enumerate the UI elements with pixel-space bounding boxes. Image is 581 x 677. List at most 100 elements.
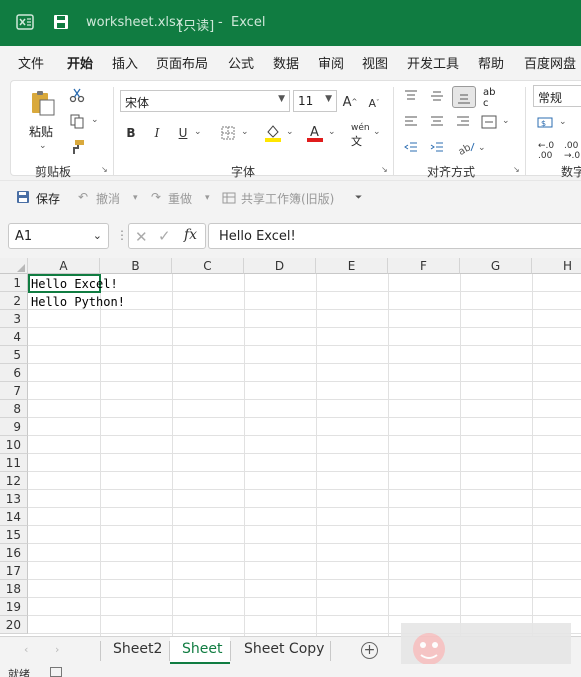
phonetic-guide-icon[interactable]: wén — [351, 123, 370, 133]
sheet-tab-sheet2[interactable]: Sheet2 — [101, 637, 174, 664]
scroll-tabs-right-icon[interactable]: › — [55, 643, 59, 656]
cell-A1[interactable]: Hello Excel! — [31, 275, 118, 293]
clipboard-launcher-icon[interactable]: ↘ — [101, 165, 108, 174]
row-header-4[interactable]: 4 — [0, 328, 28, 346]
confirm-entry-icon[interactable]: ✓ — [158, 227, 171, 245]
sheet-tab-sheet-copy[interactable]: Sheet Copy — [232, 637, 336, 664]
row-header-16[interactable]: 16 — [0, 544, 28, 562]
tab-review[interactable]: 审阅 — [318, 53, 344, 72]
name-box[interactable]: A1 ⌄ — [8, 223, 109, 249]
paste-label[interactable]: 粘贴 — [29, 123, 53, 140]
column-header-h[interactable]: H — [532, 258, 581, 274]
font-launcher-icon[interactable]: ↘ — [381, 165, 388, 174]
fill-color-dropdown-icon[interactable]: ⌄ — [286, 127, 294, 137]
redo-icon[interactable]: ↷ — [151, 190, 161, 204]
paste-icon[interactable] — [29, 89, 57, 117]
column-header-e[interactable]: E — [316, 258, 388, 274]
tab-home[interactable]: 开始 — [67, 53, 93, 72]
align-bottom-icon[interactable] — [452, 86, 476, 108]
font-color-icon[interactable]: A — [306, 123, 324, 143]
number-format-select[interactable]: 常规 — [533, 85, 581, 107]
decrease-font-icon[interactable]: Aˇ — [366, 95, 382, 111]
column-header-f[interactable]: F — [388, 258, 460, 274]
row-header-18[interactable]: 18 — [0, 580, 28, 598]
row-header-6[interactable]: 6 — [0, 364, 28, 382]
tab-file[interactable]: 文件 — [18, 53, 44, 72]
wrap-text-icon[interactable]: ab c — [483, 87, 499, 109]
column-header-g[interactable]: G — [460, 258, 532, 274]
alignment-launcher-icon[interactable]: ↘ — [513, 165, 520, 174]
formula-input[interactable]: Hello Excel! — [208, 223, 581, 249]
customize-qat-icon[interactable]: ⏷ — [355, 193, 362, 203]
insert-function-icon[interactable]: fx — [184, 227, 197, 243]
tab-help[interactable]: 帮助 — [478, 53, 504, 72]
tab-developer[interactable]: 开发工具 — [407, 53, 459, 72]
orientation-icon[interactable]: ab — [457, 139, 475, 158]
accessibility-icon[interactable] — [50, 667, 62, 677]
select-all-corner[interactable] — [0, 258, 28, 274]
redo-dropdown-icon[interactable]: ▾ — [205, 193, 210, 203]
row-header-19[interactable]: 19 — [0, 598, 28, 616]
fill-color-icon[interactable] — [264, 123, 282, 143]
qat-save-icon[interactable] — [16, 190, 30, 204]
row-header-8[interactable]: 8 — [0, 400, 28, 418]
row-header-5[interactable]: 5 — [0, 346, 28, 364]
column-header-a[interactable]: A — [28, 258, 100, 274]
tab-page-layout[interactable]: 页面布局 — [156, 53, 208, 72]
row-header-7[interactable]: 7 — [0, 382, 28, 400]
align-right-icon[interactable] — [455, 115, 471, 129]
row-header-20[interactable]: 20 — [0, 616, 28, 634]
tab-baidu-netdisk[interactable]: 百度网盘 — [524, 53, 576, 72]
underline-icon[interactable]: U — [175, 125, 191, 141]
row-header-13[interactable]: 13 — [0, 490, 28, 508]
font-name-select[interactable]: 宋体 ▼ — [120, 90, 290, 112]
add-sheet-button[interactable]: + — [361, 642, 378, 659]
format-painter-icon[interactable] — [69, 139, 85, 155]
italic-icon[interactable]: I — [149, 125, 165, 141]
decrease-indent-icon[interactable] — [403, 141, 419, 155]
accounting-format-icon[interactable]: $ — [537, 115, 555, 131]
undo-icon[interactable]: ↶ — [78, 190, 88, 204]
save-icon[interactable] — [53, 14, 69, 30]
share-workbook-icon[interactable] — [222, 191, 236, 205]
row-header-11[interactable]: 11 — [0, 454, 28, 472]
row-header-10[interactable]: 10 — [0, 436, 28, 454]
copy-dropdown-icon[interactable]: ⌄ — [91, 115, 99, 125]
tab-formulas[interactable]: 公式 — [228, 53, 254, 72]
column-header-d[interactable]: D — [244, 258, 316, 274]
tab-view[interactable]: 视图 — [362, 53, 388, 72]
share-workbook-button[interactable]: 共享工作簿(旧版) — [241, 190, 334, 207]
row-header-9[interactable]: 9 — [0, 418, 28, 436]
qat-save-button[interactable]: 保存 — [36, 190, 60, 207]
copy-icon[interactable] — [69, 113, 85, 129]
undo-button[interactable]: 撤消 — [96, 190, 120, 207]
row-header-3[interactable]: 3 — [0, 310, 28, 328]
tab-insert[interactable]: 插入 — [112, 53, 138, 72]
sheet-tab-sheet[interactable]: Sheet — [170, 637, 230, 664]
cell-A2[interactable]: Hello Python! — [31, 293, 125, 311]
column-header-c[interactable]: C — [172, 258, 244, 274]
accounting-dropdown-icon[interactable]: ⌄ — [559, 117, 567, 127]
scroll-tabs-left-icon[interactable]: ‹ — [24, 643, 28, 656]
row-header-1[interactable]: 1 — [0, 274, 28, 292]
column-header-b[interactable]: B — [100, 258, 172, 274]
undo-dropdown-icon[interactable]: ▾ — [133, 193, 138, 203]
row-header-17[interactable]: 17 — [0, 562, 28, 580]
align-middle-icon[interactable] — [429, 89, 445, 103]
font-color-dropdown-icon[interactable]: ⌄ — [328, 127, 336, 137]
align-center-icon[interactable] — [429, 115, 445, 129]
more-options-icon[interactable]: ⋮ — [116, 228, 128, 242]
border-icon[interactable] — [220, 125, 236, 141]
spreadsheet-grid[interactable]: ABCDEFGH 1 2 3 4 5 6 7 8 9 10 11 12 13 14 15 16 17 18 19 20… — [0, 258, 581, 636]
merge-dropdown-icon[interactable]: ⌄ — [502, 116, 510, 126]
border-dropdown-icon[interactable]: ⌄ — [241, 127, 249, 137]
bold-icon[interactable]: B — [123, 125, 139, 141]
merge-center-icon[interactable] — [481, 114, 497, 130]
increase-font-icon[interactable]: A ^ — [341, 93, 359, 111]
increase-indent-icon[interactable] — [429, 141, 445, 155]
cancel-entry-icon[interactable]: ✕ — [135, 228, 148, 246]
orientation-dropdown-icon[interactable]: ⌄ — [478, 143, 486, 153]
redo-button[interactable]: 重做 — [168, 190, 192, 207]
increase-decimal-icon[interactable]: ←.0.00 — [538, 141, 554, 161]
align-left-icon[interactable] — [403, 115, 419, 129]
